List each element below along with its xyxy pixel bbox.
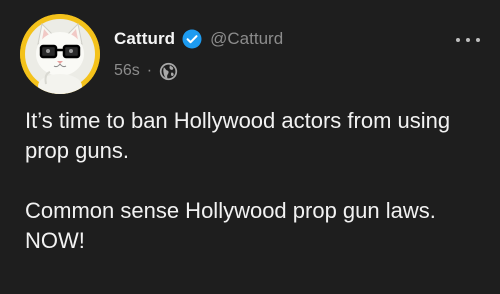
author-handle[interactable]: @Catturd	[210, 29, 283, 49]
more-options-icon[interactable]	[456, 30, 480, 50]
author-display-name[interactable]: Catturd	[114, 29, 175, 49]
post-paragraph-1: It’s time to ban Hollywood actors from u…	[25, 108, 451, 163]
meta-separator: ·	[146, 62, 153, 79]
post-card: Catturd @Catturd 56s · It’s time to ban …	[0, 0, 500, 294]
author-row: Catturd @Catturd	[114, 26, 283, 52]
post-paragraph-2: Common sense Hollywood prop gun laws. NO…	[25, 198, 436, 253]
cat-avatar-image	[20, 14, 100, 94]
verified-badge-icon	[182, 29, 202, 49]
post-body: It’s time to ban Hollywood actors from u…	[25, 106, 485, 256]
globe-icon	[159, 62, 178, 81]
avatar[interactable]	[20, 14, 100, 94]
post-meta: 56s ·	[114, 59, 178, 83]
post-timestamp[interactable]: 56s	[114, 62, 140, 80]
